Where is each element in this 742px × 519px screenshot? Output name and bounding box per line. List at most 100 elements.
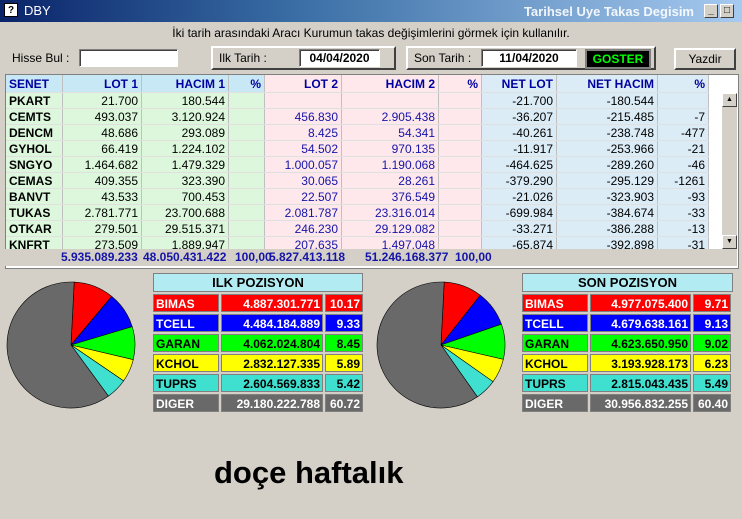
table-cell: 456.830 <box>264 108 342 125</box>
table-cell <box>228 156 265 173</box>
table-cell: 1.479.329 <box>141 156 229 173</box>
table-cell: -1261 <box>657 172 709 189</box>
son-tarih-input[interactable]: 11/04/2020 <box>481 49 577 67</box>
table-cell: 2.905.438 <box>341 108 439 125</box>
table-cell: 970.135 <box>341 140 439 157</box>
table-row[interactable]: OTKAR 279.501 29.515.371 246.230 29.129.082 -… <box>6 220 709 237</box>
table-cell: -323.903 <box>556 188 658 205</box>
totals-row: 5.935.089.233 48.050.431.422 100,00 5.82… <box>5 249 737 266</box>
scroll-up-arrow-icon[interactable]: ▲ <box>722 93 737 107</box>
table-cell: CEMAS <box>6 172 63 189</box>
table-cell: 493.037 <box>62 108 142 125</box>
col-pct2[interactable]: % <box>438 75 482 93</box>
table-cell: 293.089 <box>141 124 229 141</box>
minimize-button[interactable]: _ <box>704 4 718 18</box>
total-hacim1: 48.050.431.422 <box>143 250 227 264</box>
table-cell: -7 <box>657 108 709 125</box>
yazdir-button[interactable]: Yazdir <box>674 48 736 70</box>
position-percent: 8.45 <box>325 334 363 352</box>
table-cell: OTKAR <box>6 220 63 237</box>
scroll-down-arrow-icon[interactable]: ▼ <box>722 235 737 249</box>
table-cell: -93 <box>657 188 709 205</box>
table-row[interactable]: BANVT 43.533 700.453 22.507 376.549 -21.026 -3… <box>6 188 709 205</box>
table-cell: 323.390 <box>141 172 229 189</box>
table-cell: -464.625 <box>481 156 557 173</box>
position-name: TUPRS <box>153 374 219 392</box>
table-cell: -289.260 <box>556 156 658 173</box>
col-lot1[interactable]: LOT 1 <box>62 75 142 93</box>
table-cell <box>228 204 265 221</box>
table-row[interactable]: GYHOL 66.419 1.224.102 54.502 970.135 -11.917… <box>6 140 709 157</box>
col-hacim1[interactable]: HACIM 1 <box>141 75 229 93</box>
table-row[interactable]: DENCM 48.686 293.089 8.425 54.341 -40.261 -238… <box>6 124 709 141</box>
table-cell: -36.207 <box>481 108 557 125</box>
table-cell: 21.700 <box>62 92 142 109</box>
position-name: TCELL <box>522 314 588 332</box>
total-lot2: 5.827.413.118 <box>269 250 346 264</box>
table-cell: -386.288 <box>556 220 658 237</box>
table-cell <box>264 92 342 109</box>
table-cell <box>228 108 265 125</box>
table-cell: 1.190.068 <box>341 156 439 173</box>
position-value: 29.180.222.788 <box>221 394 323 412</box>
position-value: 4.484.184.889 <box>221 314 323 332</box>
table-cell: 2.081.787 <box>264 204 342 221</box>
ilk-tarih-input[interactable]: 04/04/2020 <box>299 49 380 67</box>
position-percent: 5.49 <box>693 374 731 392</box>
table-cell: 8.425 <box>264 124 342 141</box>
table-cell: -384.674 <box>556 204 658 221</box>
total-pct2: 100,00 <box>455 250 492 264</box>
table-cell: 30.065 <box>264 172 342 189</box>
title-bar: ? DBY Tarihsel Uye Takas Degisim _ □ <box>0 0 742 22</box>
table-cell: 66.419 <box>62 140 142 157</box>
col-pct3[interactable]: % <box>657 75 709 93</box>
position-percent: 5.42 <box>325 374 363 392</box>
app-icon[interactable]: ? <box>4 3 18 17</box>
position-value: 4.977.075.400 <box>590 294 691 312</box>
table-cell: -33 <box>657 204 709 221</box>
table-scrollbar[interactable]: ▲ ▼ <box>722 93 737 249</box>
table-row[interactable]: CEMAS 409.355 323.390 30.065 28.261 -379.290-… <box>6 172 709 189</box>
position-name: KCHOL <box>153 354 219 372</box>
takas-table: SENET LOT 1 HACIM 1 % LOT 2 HACIM 2 % NE… <box>5 74 739 269</box>
maximize-button[interactable]: □ <box>720 4 734 18</box>
col-lot2[interactable]: LOT 2 <box>264 75 342 93</box>
ilk-tarih-label: Ilk Tarih : <box>219 51 267 65</box>
info-text: İki tarih arasındaki Aracı Kurumun takas… <box>172 26 570 40</box>
table-cell: 43.533 <box>62 188 142 205</box>
table-cell <box>657 92 709 109</box>
table-cell <box>438 124 482 141</box>
table-cell: 2.781.771 <box>62 204 142 221</box>
position-percent: 9.13 <box>693 314 731 332</box>
table-cell: SNGYO <box>6 156 63 173</box>
window-subtitle: Tarihsel Uye Takas Degisim <box>523 4 694 19</box>
table-row[interactable]: TUKAS 2.781.771 23.700.688 2.081.787 23.316.… <box>6 204 709 221</box>
table-cell: -477 <box>657 124 709 141</box>
hisse-label: Hisse Bul : <box>12 51 70 65</box>
position-percent: 5.89 <box>325 354 363 372</box>
table-cell: 1.000.057 <box>264 156 342 173</box>
table-cell: DENCM <box>6 124 63 141</box>
col-net-hacim[interactable]: NET HACIM <box>556 75 658 93</box>
table-row[interactable]: CEMTS 493.037 3.120.924 456.830 2.905.438 -36… <box>6 108 709 125</box>
hisse-search-input[interactable] <box>79 49 178 67</box>
position-name: GARAN <box>153 334 219 352</box>
goster-button[interactable]: GOSTER <box>585 49 651 69</box>
col-senet[interactable]: SENET <box>6 75 63 93</box>
table-cell: -295.129 <box>556 172 658 189</box>
table-cell: -33.271 <box>481 220 557 237</box>
position-percent: 6.23 <box>693 354 731 372</box>
position-value: 30.956.832.255 <box>590 394 691 412</box>
col-hacim2[interactable]: HACIM 2 <box>341 75 439 93</box>
table-cell: 180.544 <box>141 92 229 109</box>
table-cell <box>438 204 482 221</box>
table-cell: 3.120.924 <box>141 108 229 125</box>
col-pct1[interactable]: % <box>228 75 265 93</box>
window-title: DBY <box>24 3 51 18</box>
col-net-lot[interactable]: NET LOT <box>481 75 557 93</box>
table-row[interactable]: PKART 21.700 180.544 -21.700 -180.544 <box>6 92 709 109</box>
position-name: TUPRS <box>522 374 588 392</box>
position-percent: 9.71 <box>693 294 731 312</box>
position-percent: 9.33 <box>325 314 363 332</box>
table-row[interactable]: SNGYO 1.464.682 1.479.329 1.000.057 1.190.06… <box>6 156 709 173</box>
